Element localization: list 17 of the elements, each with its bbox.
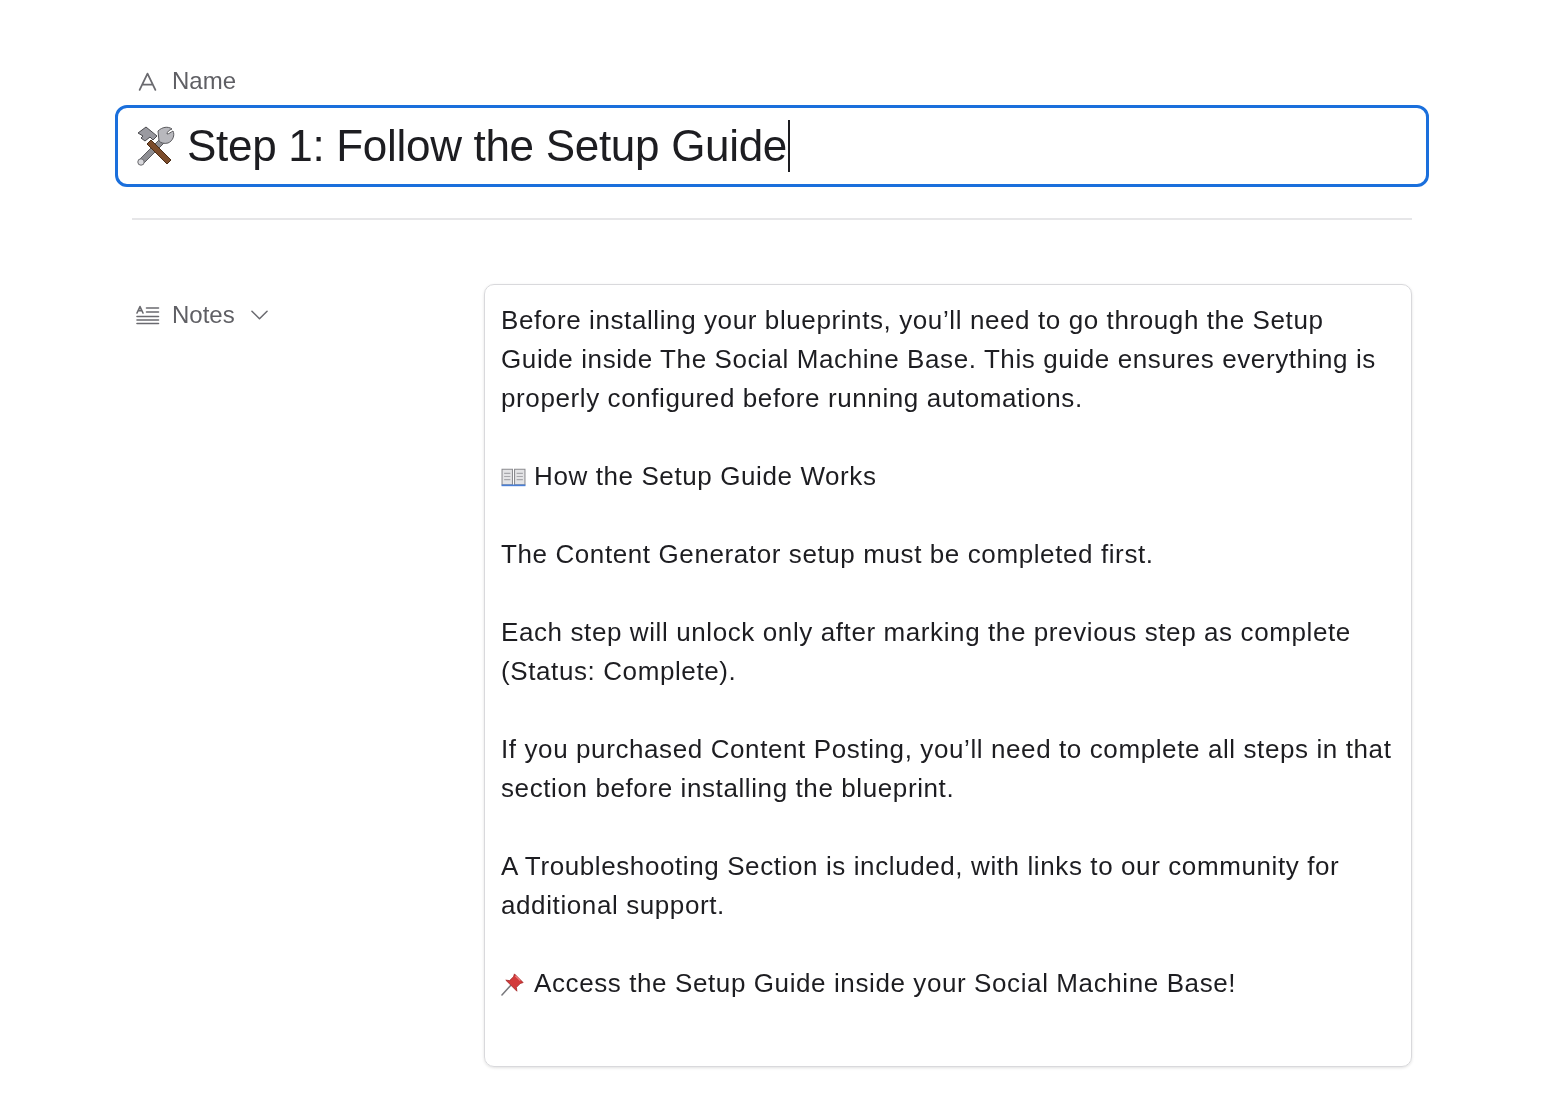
text-cursor-icon xyxy=(788,120,791,172)
notes-paragraph: Each step will unlock only after marking the previous step as complete (Status: Complete). xyxy=(501,616,1352,688)
notes-paragraph: How the Setup Guide Works xyxy=(534,460,877,493)
notes-paragraph: The Content Generator setup must be completed first. xyxy=(501,538,1155,571)
name-field[interactable]: Step 1: Follow the Setup Guide xyxy=(115,105,1429,187)
notes-field[interactable] xyxy=(484,284,1412,1067)
long-text-icon xyxy=(135,305,160,325)
chevron-down-icon[interactable] xyxy=(250,310,268,320)
notes-paragraph: Access the Setup Guide inside your Social Machine Base! xyxy=(534,967,1237,1000)
property-label: Notes xyxy=(172,301,235,329)
notes-paragraph: Before installing your blueprints, you’ll need to go through the Setup Guide inside The Social Machine Base. This guide ensures everything is properly configured before running automations. xyxy=(501,304,1377,415)
notes-paragraph: If you purchased Content Posting, you’ll need to complete all steps in that section before installing the blueprint. xyxy=(501,733,1393,805)
property-label: Name xyxy=(172,67,237,95)
open-book-icon xyxy=(501,466,526,487)
pushpin-icon xyxy=(501,971,526,996)
notes-paragraph: A Troubleshooting Section is included, with links to our community for additional support. xyxy=(501,850,1341,922)
text-type-icon xyxy=(137,70,158,92)
